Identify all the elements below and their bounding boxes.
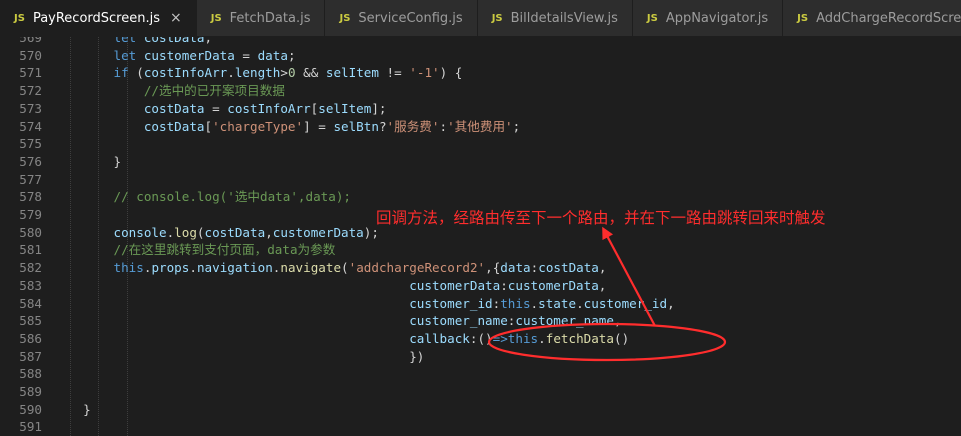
annotation-circle bbox=[487, 322, 727, 362]
annotation-arrow bbox=[602, 226, 656, 327]
annotation-overlay bbox=[487, 226, 727, 362]
